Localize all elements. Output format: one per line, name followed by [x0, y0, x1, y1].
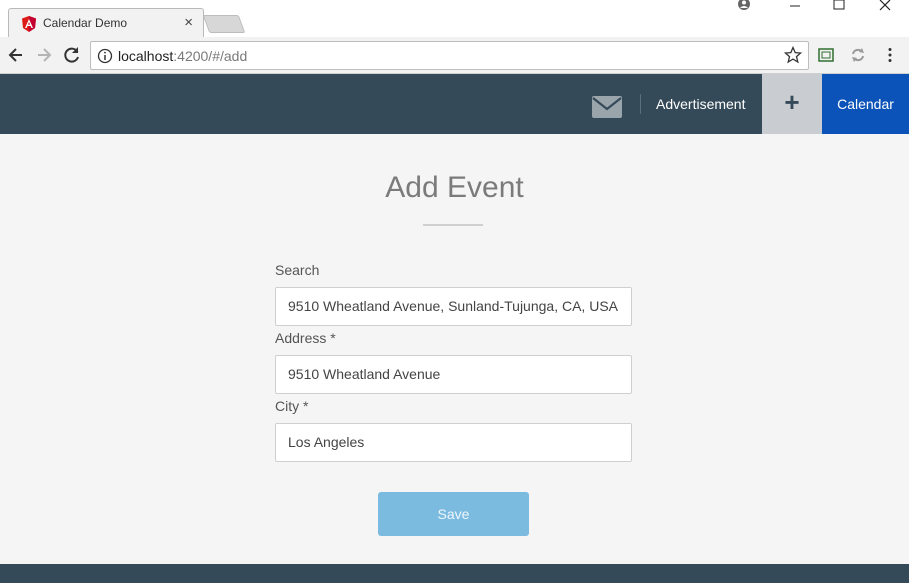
main-content: Add Event Search 9510 Wheatland Avenue, … [0, 134, 909, 564]
search-input[interactable]: 9510 Wheatland Avenue, Sunland-Tujunga, … [275, 287, 632, 326]
url-text[interactable]: localhost:4200/#/add [118, 48, 247, 64]
close-window-icon[interactable] [870, 0, 900, 14]
footer-bar [0, 564, 909, 583]
advertisement-link[interactable]: Advertisement [656, 96, 745, 112]
info-icon[interactable] [97, 48, 113, 64]
browser-tab[interactable]: Calendar Demo × [8, 8, 204, 38]
envelope-icon[interactable] [592, 96, 622, 118]
page-title: Add Event [385, 171, 524, 204]
address-bar[interactable]: localhost:4200/#/add [90, 41, 809, 70]
search-label: Search [275, 262, 320, 278]
url-host: localhost [118, 48, 174, 64]
city-input[interactable]: Los Angeles [275, 423, 632, 462]
url-path: :4200/#/add [173, 48, 248, 64]
calendar-button[interactable]: Calendar [822, 74, 909, 134]
save-button[interactable]: Save [378, 492, 529, 536]
title-divider [423, 224, 483, 226]
maximize-icon[interactable] [824, 0, 854, 14]
minimize-icon[interactable] [780, 0, 810, 14]
app-header: Advertisement + Calendar [0, 74, 909, 134]
cast-icon[interactable] [817, 46, 835, 64]
back-icon[interactable] [6, 45, 26, 65]
header-divider [640, 94, 641, 114]
close-icon[interactable]: × [184, 14, 193, 32]
city-label: City * [275, 398, 309, 414]
account-icon[interactable] [729, 0, 759, 14]
calendar-label: Calendar [837, 96, 894, 112]
tab-title: Calendar Demo [43, 16, 128, 30]
browser-tabstrip: Calendar Demo × [0, 0, 909, 38]
sync-icon[interactable] [849, 46, 867, 64]
address-input[interactable]: 9510 Wheatland Avenue [275, 355, 632, 394]
add-event-button[interactable]: + [762, 74, 822, 134]
new-tab-button[interactable] [202, 15, 246, 33]
menu-icon[interactable] [881, 46, 899, 64]
angular-logo-icon [22, 16, 36, 32]
reload-icon[interactable] [62, 45, 82, 65]
address-label: Address * [275, 330, 336, 346]
plus-icon: + [784, 87, 800, 117]
browser-toolbar: localhost:4200/#/add [0, 37, 909, 74]
star-icon[interactable] [784, 46, 802, 64]
forward-icon[interactable] [34, 45, 54, 65]
